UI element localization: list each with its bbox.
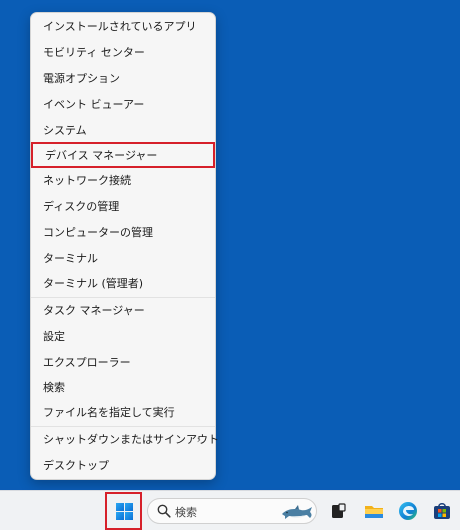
task-view-icon[interactable]: [327, 500, 349, 522]
file-explorer-icon[interactable]: [363, 500, 385, 522]
search-icon: [157, 504, 171, 518]
menu-item-computer-management[interactable]: コンピューターの管理: [35, 221, 211, 245]
menu-item-desktop[interactable]: デスクトップ: [35, 454, 211, 478]
menu-separator: [31, 426, 215, 427]
winx-context-menu: インストールされているアプリ モビリティ センター 電源オプション イベント ビ…: [30, 12, 219, 480]
menu-item-power-options[interactable]: 電源オプション: [35, 67, 211, 91]
menu-item-network-connections[interactable]: ネットワーク接続: [35, 169, 211, 193]
menu-item-installed-apps[interactable]: インストールされているアプリ: [35, 15, 211, 39]
menu-item-run[interactable]: ファイル名を指定して実行: [35, 401, 211, 425]
start-button[interactable]: [105, 492, 142, 530]
menu-item-mobility-center[interactable]: モビリティ センター: [35, 41, 211, 65]
menu-item-explorer[interactable]: エクスプローラー: [35, 351, 211, 375]
taskbar-search-box[interactable]: 検索: [147, 498, 317, 524]
menu-item-settings[interactable]: 設定: [35, 325, 211, 349]
menu-item-task-manager[interactable]: タスク マネージャー: [35, 299, 211, 323]
search-highlight-illustration-icon: [282, 505, 312, 519]
menu-item-disk-management[interactable]: ディスクの管理: [35, 195, 211, 219]
menu-item-terminal[interactable]: ターミナル: [35, 247, 211, 271]
windows-start-icon: [116, 503, 133, 520]
edge-icon[interactable]: [397, 500, 419, 522]
chevron-right-icon: ›: [196, 433, 201, 446]
menu-separator: [31, 297, 215, 298]
menu-item-label: シャットダウンまたはサインアウト: [43, 433, 219, 446]
menu-item-shutdown-signout[interactable]: シャットダウンまたはサインアウト ›: [35, 428, 219, 452]
menu-item-search[interactable]: 検索: [35, 376, 211, 400]
store-icon[interactable]: [431, 500, 453, 522]
menu-item-system[interactable]: システム: [35, 119, 211, 143]
menu-item-device-manager[interactable]: デバイス マネージャー: [31, 142, 215, 168]
taskbar: 検索: [0, 490, 460, 530]
search-label: 検索: [175, 506, 197, 519]
menu-item-terminal-admin[interactable]: ターミナル (管理者): [35, 272, 211, 296]
menu-item-event-viewer[interactable]: イベント ビューアー: [35, 93, 211, 117]
